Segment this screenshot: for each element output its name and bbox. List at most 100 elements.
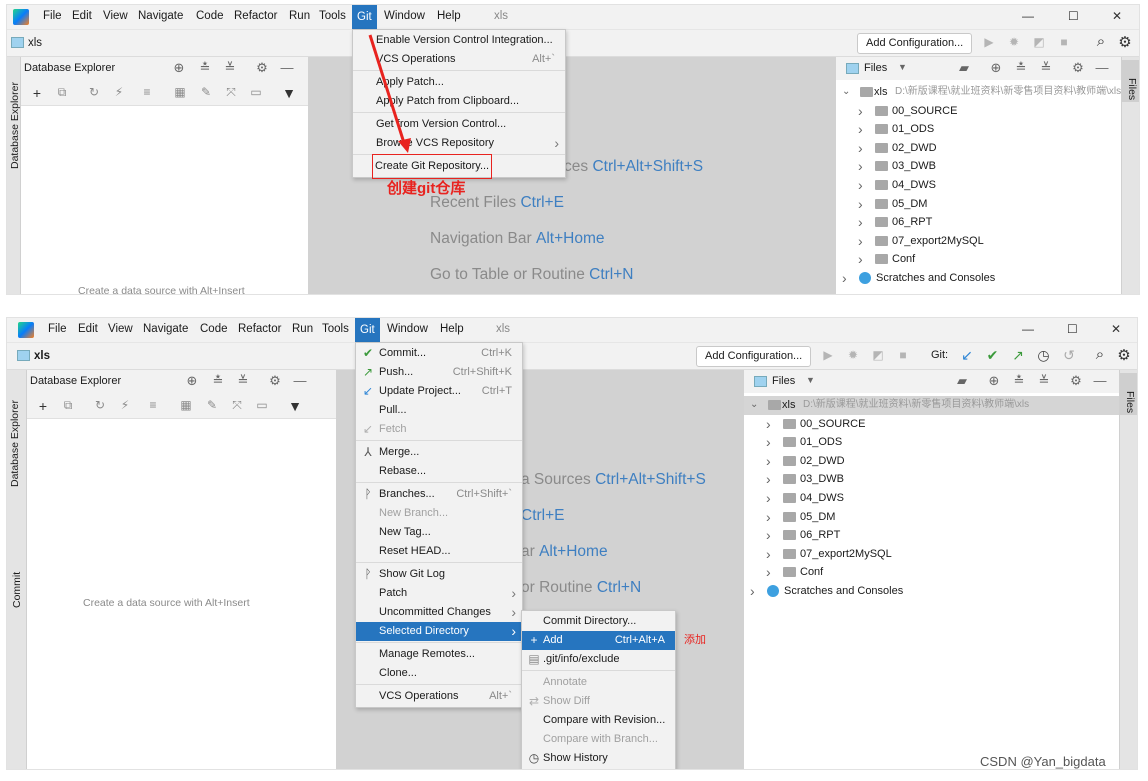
refresh-icon[interactable]: ↻ (92, 398, 108, 412)
chevron-right-icon[interactable]: › (842, 269, 856, 288)
menu-item-apply-patch[interactable]: Apply Patch... (353, 73, 565, 92)
tree-item[interactable]: › 05_DM (836, 195, 1121, 214)
menu-refactor[interactable]: Refactor (238, 323, 281, 335)
menu-item-vcs-operations[interactable]: VCS Operations Alt+` (353, 50, 565, 69)
tree-item[interactable]: › 05_DM (744, 508, 1119, 527)
menu-item-update-project[interactable]: ↙ Update Project... Ctrl+T (356, 382, 522, 401)
tree-item[interactable]: › 06_RPT (744, 526, 1119, 545)
menu-item-manage-remotes[interactable]: Manage Remotes... (356, 645, 522, 664)
tree-item[interactable]: › 03_DWB (836, 157, 1121, 176)
tree-item[interactable]: › 03_DWB (744, 470, 1119, 489)
tree-item-scratches[interactable]: › Scratches and Consoles (744, 582, 1119, 601)
console-icon[interactable]: ▭ (248, 85, 264, 99)
menu-window[interactable]: Window (384, 10, 425, 22)
chevron-down-icon[interactable]: ▼ (898, 62, 907, 72)
chevron-right-icon[interactable]: › (858, 232, 872, 251)
tree-item[interactable]: › 00_SOURCE (744, 415, 1119, 434)
expand-all-icon[interactable]: ≛ (210, 373, 226, 389)
maximize-button[interactable]: ☐ (1068, 9, 1079, 23)
menu-item-get-from-version-control[interactable]: Get from Version Control... (353, 115, 565, 134)
menu-item-reset-head[interactable]: Reset HEAD... (356, 542, 522, 561)
menu-item-apply-patch-from-clipboard[interactable]: Apply Patch from Clipboard... (353, 92, 565, 111)
collapse-all-icon[interactable]: ≚ (1038, 60, 1054, 76)
chevron-down-icon[interactable]: ⌄ (842, 83, 856, 102)
add-configuration-button[interactable]: Add Configuration... (857, 33, 973, 54)
menu-code[interactable]: Code (200, 323, 228, 335)
open-folder-icon[interactable]: ▰ (956, 60, 972, 76)
menu-item-show-git-log[interactable]: ᚹ Show Git Log (356, 565, 522, 584)
tree-item[interactable]: › Conf (744, 563, 1119, 582)
menu-item-browse-vcs-repository[interactable]: Browse VCS Repository › (353, 134, 565, 153)
menu-item-clone[interactable]: Clone... (356, 664, 522, 683)
search-icon[interactable]: ⌕ (1093, 33, 1109, 50)
chevron-right-icon[interactable]: › (766, 563, 780, 582)
filter-icon[interactable]: ▼ (281, 85, 297, 101)
minimize-button[interactable]: — (1022, 9, 1034, 23)
menu-file[interactable]: File (43, 10, 62, 22)
menu-item-enable-version-control-integration[interactable]: Enable Version Control Integration... (353, 31, 565, 50)
jump-icon[interactable]: ⤧ (229, 398, 245, 413)
menu-edit[interactable]: Edit (78, 323, 98, 335)
tree-item[interactable]: › 00_SOURCE (836, 102, 1121, 121)
filter-icon[interactable]: ▼ (287, 398, 303, 414)
files-tab[interactable]: Files (1122, 60, 1139, 102)
chevron-right-icon[interactable]: › (858, 195, 872, 214)
chevron-right-icon[interactable]: › (858, 213, 872, 232)
menu-item-add[interactable]: + Add Ctrl+Alt+A (522, 631, 675, 650)
chevron-right-icon[interactable]: › (858, 102, 872, 121)
stop-icon[interactable]: ■ (895, 348, 911, 362)
git-history-icon[interactable]: ◷ (1036, 347, 1052, 364)
table-icon[interactable]: ▦ (172, 85, 188, 99)
schema-icon[interactable]: ⚡ (117, 398, 133, 412)
chevron-right-icon[interactable]: › (858, 139, 872, 158)
tree-item[interactable]: › 07_export2MySQL (744, 545, 1119, 564)
tree-item[interactable]: › Conf (836, 250, 1121, 269)
expand-all-icon[interactable]: ≛ (197, 60, 213, 76)
settings-gear-icon[interactable]: ⚙ (267, 373, 283, 389)
menu-window[interactable]: Window (387, 323, 428, 335)
close-button[interactable]: ✕ (1111, 322, 1121, 336)
menu-navigate[interactable]: Navigate (138, 10, 183, 22)
files-view-selector[interactable]: Files (772, 375, 795, 387)
menu-item-push[interactable]: ↗ Push... Ctrl+Shift+K (356, 363, 522, 382)
menu-tools[interactable]: Tools (319, 10, 346, 22)
git-rollback-icon[interactable]: ↺ (1061, 347, 1077, 364)
database-explorer-tab[interactable]: Database Explorer (9, 82, 21, 169)
menu-view[interactable]: View (108, 323, 133, 335)
add-configuration-button[interactable]: Add Configuration... (696, 346, 812, 367)
close-button[interactable]: ✕ (1112, 9, 1122, 23)
debug-icon[interactable]: ✹ (845, 348, 861, 362)
run-icon[interactable]: ▶ (820, 348, 836, 362)
settings-gear-icon[interactable]: ⚙ (1116, 346, 1132, 364)
tree-item[interactable]: › 04_DWS (836, 176, 1121, 195)
menu-item-commit[interactable]: ✔ Commit... Ctrl+K (356, 344, 522, 363)
table-icon[interactable]: ▦ (178, 398, 194, 412)
debug-icon[interactable]: ✹ (1006, 35, 1022, 49)
menu-item-compare-with-revision[interactable]: Compare with Revision... (522, 711, 675, 730)
menu-navigate[interactable]: Navigate (143, 323, 188, 335)
tree-root[interactable]: ⌄ xls D:\新版课程\就业班资料\新零售项目资料\教师端\xls (744, 396, 1119, 415)
console-icon[interactable]: ▭ (254, 398, 270, 412)
chevron-right-icon[interactable]: › (858, 250, 872, 269)
stop-icon[interactable]: ■ (1056, 35, 1072, 49)
tree-item-scratches[interactable]: › Scratches and Consoles (836, 269, 1121, 288)
tree-item[interactable]: › 02_DWD (744, 452, 1119, 471)
locate-icon[interactable]: ⊕ (986, 373, 1002, 389)
run-icon[interactable]: ▶ (981, 35, 997, 49)
menu-item-vcs-operations[interactable]: VCS Operations Alt+` (356, 687, 522, 706)
menu-edit[interactable]: Edit (72, 10, 92, 22)
menu-item-rebase[interactable]: Rebase... (356, 462, 522, 481)
files-tab[interactable]: Files (1120, 373, 1137, 415)
menu-tools[interactable]: Tools (322, 323, 349, 335)
menu-item-create-git-repository[interactable]: Create Git Repository... (353, 154, 565, 179)
chevron-right-icon[interactable]: › (766, 508, 780, 527)
maximize-button[interactable]: ☐ (1067, 322, 1078, 336)
datasource-properties-icon[interactable]: ≡ (145, 398, 161, 412)
settings-gear-icon[interactable]: ⚙ (1068, 373, 1084, 389)
open-folder-icon[interactable]: ▰ (954, 373, 970, 389)
coverage-icon[interactable]: ◩ (1031, 35, 1047, 49)
add-datasource-icon[interactable]: + (29, 85, 45, 101)
add-datasource-icon[interactable]: + (35, 398, 51, 414)
hide-icon[interactable]: — (292, 373, 308, 388)
tree-item[interactable]: › 07_export2MySQL (836, 232, 1121, 251)
